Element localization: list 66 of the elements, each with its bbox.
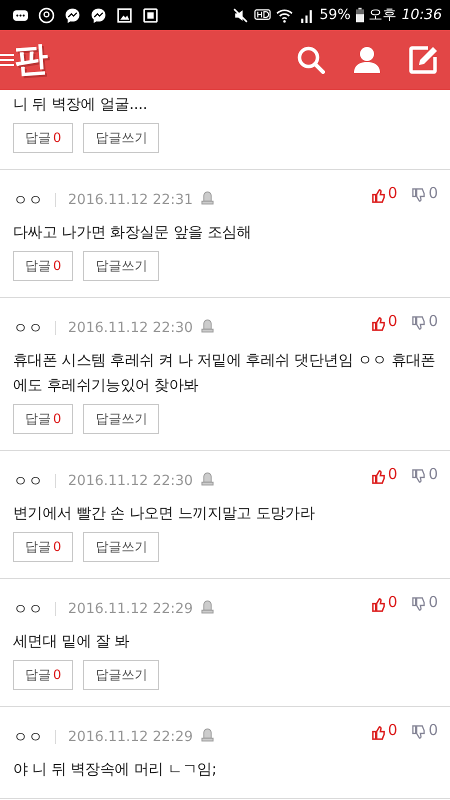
comment-text: 변기에서 빨간 손 나오면 느끼지말고 도망가라: [13, 503, 316, 524]
user-icon[interactable]: [352, 45, 382, 75]
comment-date: 2016.11.12 22:30: [68, 320, 193, 336]
app-icon: [142, 6, 159, 24]
comment-text: 야 니 뒤 벽장속에 머리 ㄴㄱ임;: [13, 759, 218, 780]
time-period: 오후: [368, 6, 397, 24]
dislike-count: 0: [428, 720, 438, 738]
dislike-count: 0: [428, 592, 438, 610]
comment-text: 휴대폰 시스템 후레쉬 켜 나 저밑에 후레쉬 댓단년임 ㅇㅇ 휴대폰에도 후레쉬기능있어 찾아봐: [13, 350, 436, 396]
thumbs-up-icon[interactable]: [370, 468, 386, 484]
thumbs-down-icon[interactable]: [411, 188, 426, 202]
comment-date: 2016.11.12 22:31: [68, 192, 193, 208]
siren-icon[interactable]: [200, 726, 214, 742]
write-reply-button[interactable]: 답글쓰기: [83, 660, 160, 690]
dislike-count: 0: [428, 184, 438, 202]
comment-date: 2016.11.12 22:29: [68, 729, 193, 745]
reply-count-button[interactable]: 답글 0: [13, 123, 74, 153]
like-count: 0: [388, 312, 398, 330]
write-reply-button[interactable]: 답글쓰기: [83, 123, 160, 153]
write-reply-button[interactable]: 답글쓰기: [83, 404, 160, 434]
messenger-icon: [64, 6, 81, 24]
thumbs-up-icon[interactable]: [370, 724, 386, 740]
thumbs-up-icon[interactable]: [370, 188, 386, 202]
dislike-count: 0: [428, 464, 438, 482]
like-count: 0: [388, 184, 398, 202]
comment-author: ㅇㅇ: [13, 190, 43, 210]
comment-date: 2016.11.12 22:29: [68, 601, 193, 617]
like-count: 0: [388, 720, 398, 738]
battery-percent: 59%: [320, 7, 351, 23]
wifi-icon: [276, 6, 293, 24]
dislike-count: 0: [428, 312, 438, 330]
siren-icon[interactable]: [200, 190, 214, 204]
mute-icon: [232, 6, 249, 24]
thumbs-down-icon[interactable]: [411, 316, 426, 330]
reply-count-button[interactable]: 답글 0: [13, 251, 74, 281]
circle-icon: [38, 6, 55, 24]
reply-count-button[interactable]: 답글 0: [13, 660, 74, 690]
comment-date: 2016.11.12 22:30: [68, 473, 193, 489]
messenger-icon: [90, 6, 107, 24]
search-icon[interactable]: [296, 45, 326, 75]
comment-text: 세면대 밑에 잘 봐: [13, 631, 130, 652]
comment-text: 다싸고 나가면 화장실문 앞을 조심해: [13, 222, 252, 243]
comment-author: ㅇㅇ: [13, 728, 43, 746]
edit-icon[interactable]: [408, 45, 438, 75]
write-reply-button[interactable]: 답글쓰기: [83, 532, 160, 562]
comment-author: ㅇㅇ: [13, 600, 43, 618]
app-logo[interactable]: 판: [12, 42, 50, 78]
thumbs-down-icon[interactable]: [411, 468, 426, 484]
clock-time: 10:36: [402, 7, 442, 23]
thumbs-down-icon[interactable]: [411, 596, 426, 612]
like-count: 0: [388, 464, 398, 482]
reply-count-button[interactable]: 답글 0: [13, 532, 74, 562]
image-icon: [116, 6, 133, 24]
comment-text: 니 뒤 벽장에 얼굴....: [13, 94, 148, 115]
siren-icon[interactable]: [200, 470, 214, 486]
siren-icon[interactable]: [200, 318, 214, 332]
thumbs-up-icon[interactable]: [370, 316, 386, 330]
thumbs-down-icon[interactable]: [411, 724, 426, 740]
like-count: 0: [388, 592, 398, 610]
battery-icon: [356, 7, 364, 23]
thumbs-up-icon[interactable]: [370, 596, 386, 612]
comment-author: ㅇㅇ: [13, 472, 43, 490]
reply-count-button[interactable]: 답글 0: [13, 404, 74, 434]
write-reply-button[interactable]: 답글쓰기: [83, 251, 160, 281]
siren-icon[interactable]: [200, 598, 214, 614]
comment-author: ㅇㅇ: [13, 318, 43, 338]
